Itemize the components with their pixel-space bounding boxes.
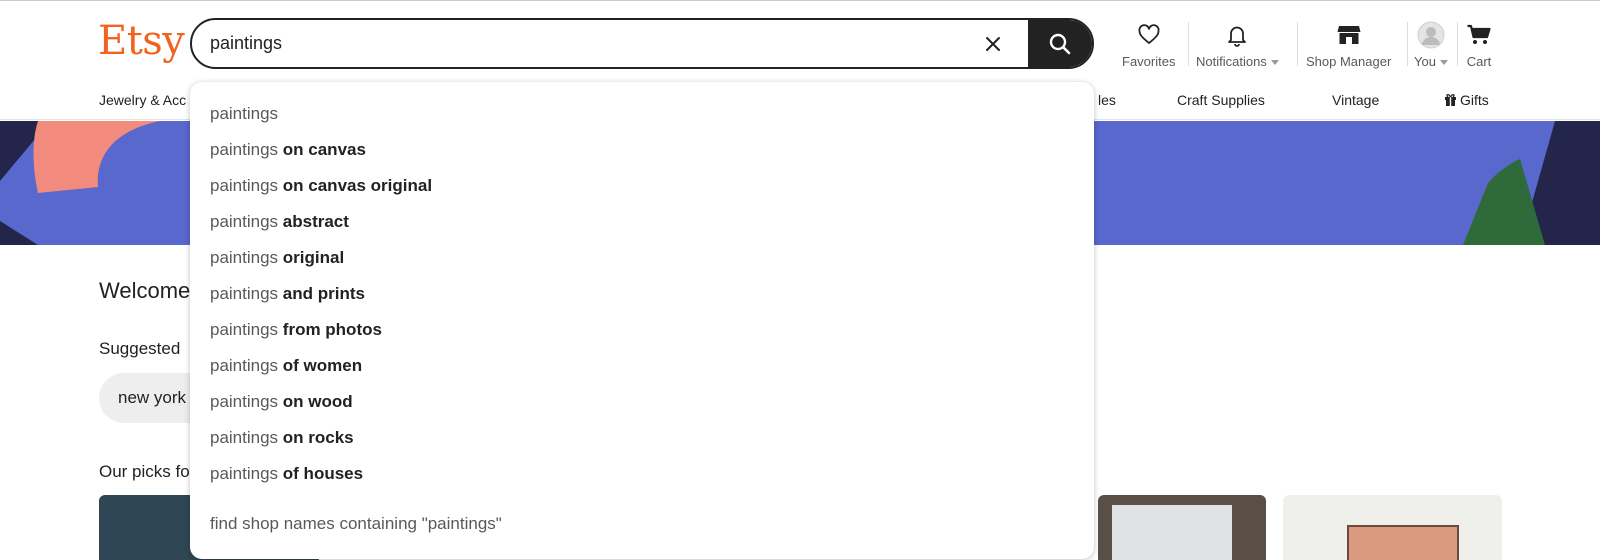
clear-search-button[interactable]	[982, 33, 1004, 55]
suggestion-item[interactable]: paintings of houses	[210, 464, 363, 484]
nav-divider	[1407, 22, 1408, 66]
heart-icon	[1138, 24, 1160, 44]
suggestion-item[interactable]: paintings and prints	[210, 284, 365, 304]
notifications-link[interactable]: Notifications	[1196, 20, 1279, 69]
etsy-logo[interactable]: Etsy	[98, 18, 185, 64]
search-button[interactable]	[1028, 20, 1092, 67]
top-border	[0, 0, 1600, 1]
pick-image	[1112, 505, 1232, 560]
suggestion-item[interactable]: paintings of women	[210, 356, 362, 376]
suggestion-item[interactable]: paintings abstract	[210, 212, 349, 232]
suggestion-item[interactable]: paintings on canvas	[210, 140, 366, 160]
category-gifts[interactable]: Gifts	[1444, 92, 1489, 108]
nav-divider	[1297, 22, 1298, 66]
nav-divider	[1188, 22, 1189, 66]
suggested-heading: Suggested	[99, 339, 181, 358]
suggestion-item[interactable]: paintings on rocks	[210, 428, 354, 448]
cart-icon	[1467, 24, 1491, 44]
welcome-heading: Welcome	[99, 278, 191, 303]
category-home-partial[interactable]: les	[1098, 92, 1116, 108]
pick-card[interactable]	[1098, 495, 1266, 560]
avatar	[1417, 21, 1445, 49]
category-vintage[interactable]: Vintage	[1332, 92, 1379, 108]
gift-icon	[1445, 94, 1456, 106]
you-label: You	[1414, 54, 1436, 69]
find-shop-names-link[interactable]: find shop names containing "paintings"	[210, 514, 502, 534]
shop-manager-label: Shop Manager	[1306, 54, 1392, 69]
chevron-down-icon	[1270, 60, 1279, 66]
close-icon	[986, 37, 1000, 51]
chevron-down-icon	[1439, 60, 1448, 66]
you-menu[interactable]: You	[1414, 20, 1448, 69]
favorites-label: Favorites	[1122, 54, 1176, 69]
notifications-label: Notifications	[1196, 54, 1267, 69]
suggestion-item[interactable]: paintings on canvas original	[210, 176, 432, 196]
cart-label: Cart	[1466, 54, 1492, 69]
shop-icon	[1337, 26, 1361, 44]
category-craft-supplies[interactable]: Craft Supplies	[1177, 92, 1265, 108]
shop-manager-link[interactable]: Shop Manager	[1306, 20, 1391, 69]
suggestion-item[interactable]: paintings original	[210, 248, 344, 268]
cart-link[interactable]: Cart	[1466, 20, 1492, 69]
pick-card[interactable]	[1283, 495, 1502, 560]
pick-image	[1347, 525, 1459, 560]
search-bar[interactable]	[190, 18, 1094, 69]
suggestion-item[interactable]: paintings on wood	[210, 392, 353, 412]
search-suggestions-dropdown: paintings paintings on canvas paintings …	[190, 82, 1094, 559]
suggestion-item[interactable]: paintings	[210, 104, 278, 124]
category-jewelry[interactable]: Jewelry & Acc	[99, 92, 186, 108]
picks-heading: Our picks fo	[99, 462, 190, 481]
favorites-link[interactable]: Favorites	[1122, 20, 1175, 69]
search-input[interactable]	[210, 20, 970, 67]
bell-icon	[1228, 26, 1247, 47]
suggestion-item[interactable]: paintings from photos	[210, 320, 382, 340]
search-icon	[1049, 33, 1071, 54]
nav-divider	[1457, 22, 1458, 66]
gifts-label: Gifts	[1460, 92, 1489, 108]
